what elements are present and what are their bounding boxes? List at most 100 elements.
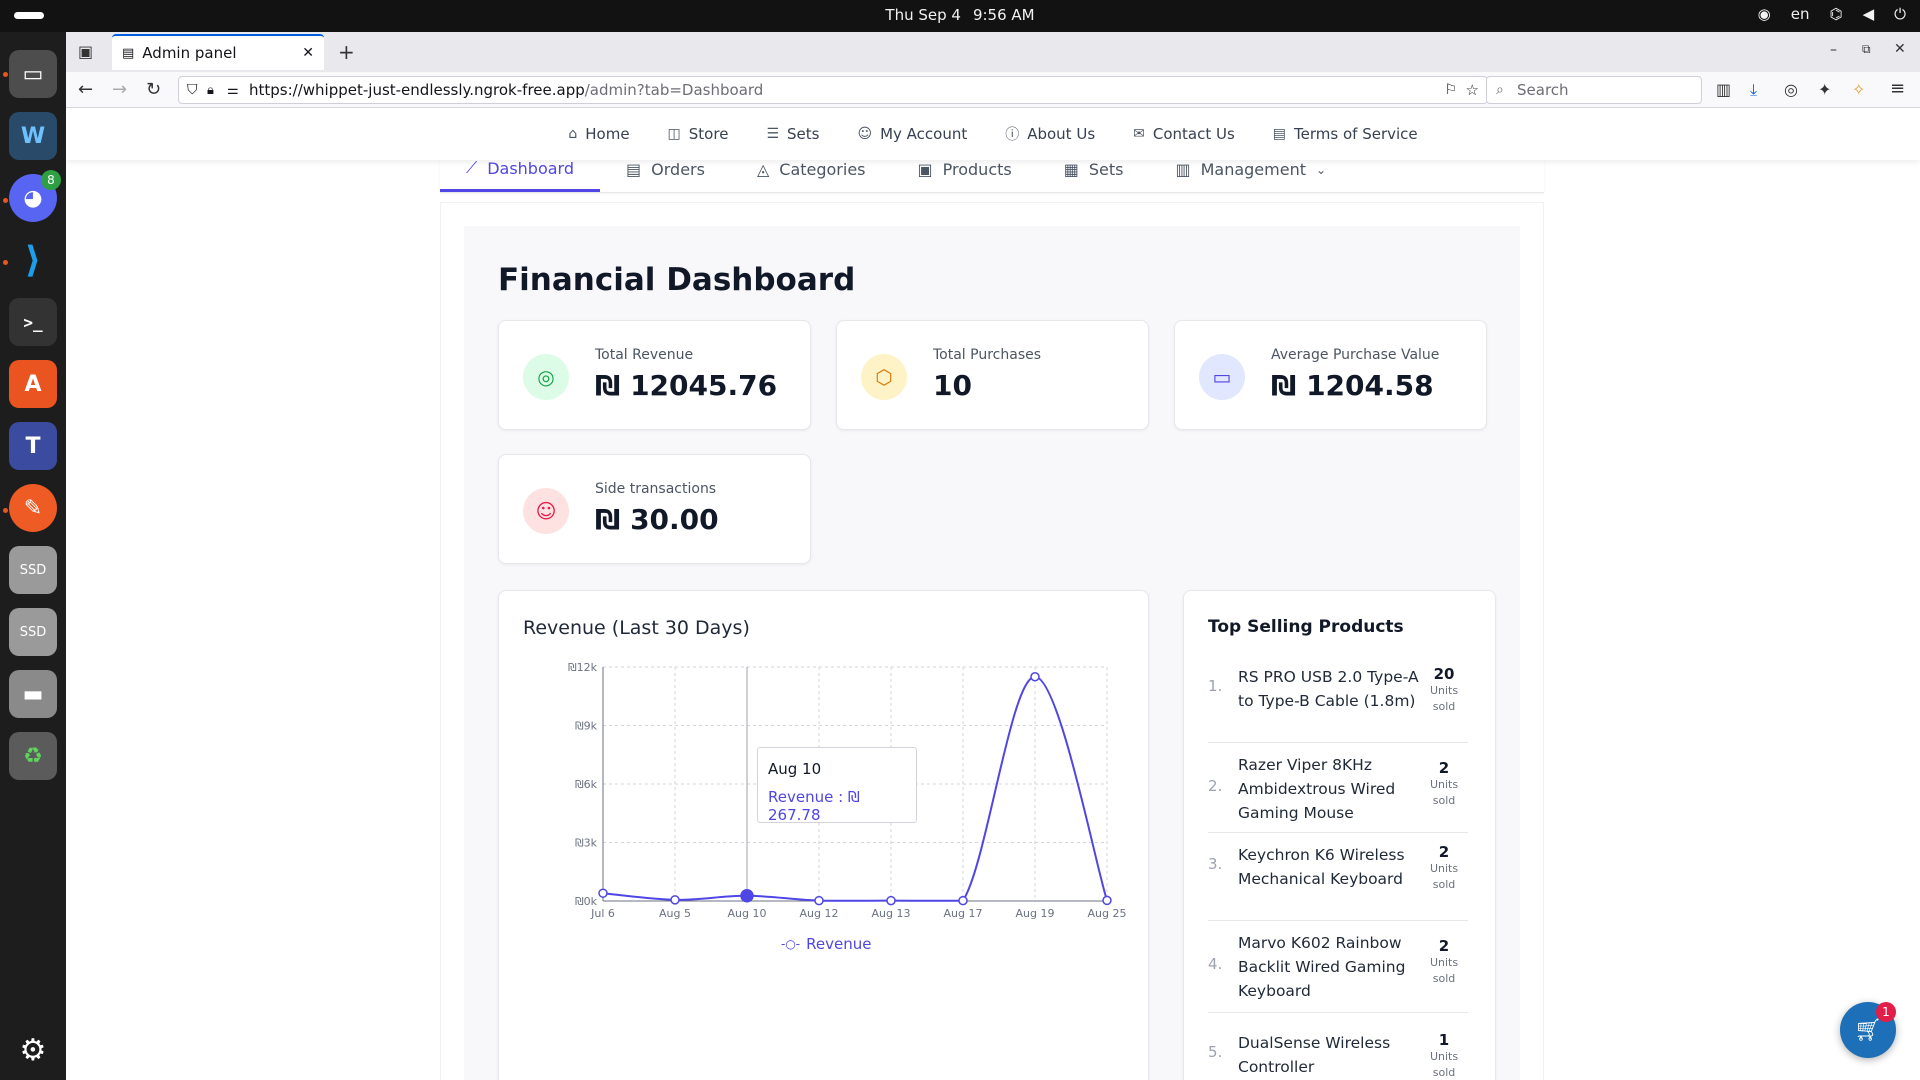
units-count: 2	[1438, 843, 1450, 861]
url-host: https://whippet-just-endlessly.ngrok-fre…	[249, 81, 585, 99]
x-tick-label: Aug 19	[1016, 907, 1055, 920]
nav-terms[interactable]: ▤ Terms of Service	[1273, 125, 1418, 143]
discord-tray-icon[interactable]: ◉	[1758, 5, 1771, 23]
nav-contact-us[interactable]: ✉ Contact Us	[1133, 125, 1235, 143]
product-name: Marvo K602 Rainbow Backlit Wired Gaming …	[1238, 934, 1406, 1000]
stat-label: Average Purchase Value	[1271, 347, 1440, 363]
top-products-panel: Top Selling Products 1. RS PRO USB 2.0 T…	[1183, 590, 1496, 1080]
back-icon[interactable]: ←	[78, 79, 93, 100]
forward-icon[interactable]: →	[112, 79, 127, 100]
search-placeholder: Search	[1517, 81, 1569, 99]
shapes-icon: ◬	[756, 160, 770, 179]
tab-list-icon[interactable]: ▣	[78, 42, 93, 61]
volume-icon[interactable]: ◀	[1863, 5, 1875, 23]
stat-card-side-transactions: ☺ Side transactions ₪ 30.00	[498, 454, 811, 564]
vscode-icon[interactable]: ⟩	[9, 236, 57, 284]
network-icon[interactable]: ⌬	[1829, 5, 1842, 23]
downloads-icon[interactable]: ⤓	[1750, 80, 1757, 100]
new-tab-icon[interactable]: +	[338, 40, 355, 64]
ssd-drive-icon[interactable]: SSD	[9, 546, 57, 594]
browser-tab-admin-panel[interactable]: ▤ Admin panel ✕	[112, 34, 324, 70]
product-name: DualSense Wireless Controller	[1238, 1034, 1391, 1076]
show-apps-icon[interactable]: ⚙	[9, 1026, 57, 1074]
product-rank: 5.	[1208, 1043, 1223, 1061]
app-center-icon[interactable]: A	[9, 360, 57, 408]
search-bar[interactable]: ⌕ Search	[1486, 76, 1702, 104]
units-sold: 2 Units sold	[1424, 759, 1464, 809]
drive-icon[interactable]: ▬	[9, 670, 57, 718]
x-tick-label: Aug 5	[659, 907, 691, 920]
mail-icon: ✉	[1133, 126, 1145, 142]
page-title: Financial Dashboard	[498, 262, 856, 298]
units-sold: 20 Units sold	[1424, 665, 1464, 715]
nav-home[interactable]: ⌂ Home	[568, 125, 629, 143]
teams-icon[interactable]: T	[9, 422, 57, 470]
units-sold: 1 Units sold	[1424, 1031, 1464, 1080]
windsurf-icon[interactable]: W	[9, 112, 57, 160]
nav-about-us[interactable]: ⓘ About Us	[1005, 124, 1095, 144]
lock-icon[interactable]: 🔒︎	[207, 83, 214, 98]
data-point	[814, 895, 824, 906]
close-tab-icon[interactable]: ✕	[302, 45, 314, 61]
bookmark-star-icon[interactable]: ☆	[1466, 81, 1479, 99]
discord-icon[interactable]: ◕ 8	[9, 170, 61, 222]
y-tick-label: ₪12k	[568, 661, 598, 674]
product-rank: 1.	[1208, 677, 1223, 695]
units-label: Units sold	[1429, 1050, 1459, 1079]
legend-marker-icon: -○-	[781, 937, 801, 951]
y-tick-label: ₪6k	[575, 778, 598, 791]
units-count: 20	[1433, 665, 1455, 683]
address-bar[interactable]: ⛉ 🔒︎ ⚌ https://whippet-just-endlessly.ng…	[178, 76, 1488, 104]
ssd-drive-icon[interactable]: SSD	[9, 608, 57, 656]
stat-value: ₪ 12045.76	[595, 369, 778, 402]
data-point	[1102, 895, 1112, 906]
terminal-icon[interactable]: >_	[9, 298, 57, 346]
extensions-icon[interactable]: ✦	[1818, 80, 1831, 99]
cart-button[interactable]: 🛒︎ 1	[1840, 1002, 1896, 1058]
account-icon[interactable]: ◎	[1784, 80, 1798, 99]
list-item: 4. Marvo K602 Rainbow Backlit Wired Gami…	[1208, 931, 1468, 1013]
legend-label: Revenue	[806, 935, 872, 953]
minimize-icon[interactable]: –	[1830, 42, 1837, 58]
wallet-icon: ▭	[1199, 354, 1245, 400]
menu-icon[interactable]: ≡	[1890, 78, 1905, 99]
product-rank: 3.	[1208, 855, 1223, 873]
tab-title: Admin panel	[142, 44, 237, 62]
tab-sets-label: Sets	[1088, 160, 1124, 179]
language-indicator[interactable]: en	[1791, 5, 1810, 23]
reload-icon[interactable]: ↻	[146, 79, 161, 100]
cart-icon: 🛒︎	[1854, 1017, 1882, 1043]
trash-icon[interactable]: ♻	[9, 732, 57, 780]
browser-window: ▣ ▤ Admin panel ✕ + – ⧉ ✕ ← → ↻ ⛉ 🔒︎ ⚌ h…	[66, 32, 1920, 1080]
product-name: Razer Viper 8KHz Ambidextrous Wired Gami…	[1238, 756, 1396, 822]
shield-icon[interactable]: ⛉	[187, 82, 198, 98]
stat-card-total-revenue: ◎ Total Revenue ₪ 12045.76	[498, 320, 811, 430]
pocket-icon[interactable]: ▥	[1716, 80, 1731, 99]
postman-icon[interactable]: ✎	[9, 484, 57, 532]
tooltip-value: Revenue : ₪ 267.78	[768, 788, 860, 824]
chart-tooltip: Aug 10 Revenue : ₪ 267.78	[757, 747, 917, 824]
stat-label: Total Purchases	[933, 347, 1042, 363]
nav-sets[interactable]: ☰ Sets	[766, 125, 819, 143]
translate-icon[interactable]: ⚐	[1444, 82, 1457, 98]
permissions-icon[interactable]: ⚌	[227, 83, 239, 98]
x-tick-label: Aug 25	[1088, 907, 1127, 920]
info-icon: ⓘ	[1005, 127, 1020, 143]
stat-value: 10	[933, 369, 972, 402]
nav-my-account[interactable]: ☺ My Account	[857, 125, 967, 143]
extension-badge-icon[interactable]: ✧	[1852, 80, 1865, 99]
clock[interactable]: Thu Sep 4 9:56 AM	[0, 6, 1920, 24]
tooltip-date: Aug 10	[768, 760, 822, 778]
files-icon[interactable]: ▭	[9, 50, 57, 98]
power-icon[interactable]: ⏻	[1894, 5, 1906, 23]
chart-legend[interactable]: -○- Revenue	[781, 935, 871, 953]
close-window-icon[interactable]: ✕	[1894, 41, 1906, 57]
product-name: RS PRO USB 2.0 Type-A to Type-B Cable (1…	[1238, 668, 1419, 710]
y-tick-label: ₪9k	[575, 720, 598, 733]
x-tick-label: Jul 6	[590, 907, 615, 920]
cart-count-badge: 1	[1876, 1002, 1896, 1022]
data-point	[886, 895, 896, 906]
restore-icon[interactable]: ⧉	[1862, 42, 1871, 57]
nav-store[interactable]: ◫ Store	[668, 125, 729, 143]
search-icon: ⌕	[1496, 82, 1504, 98]
